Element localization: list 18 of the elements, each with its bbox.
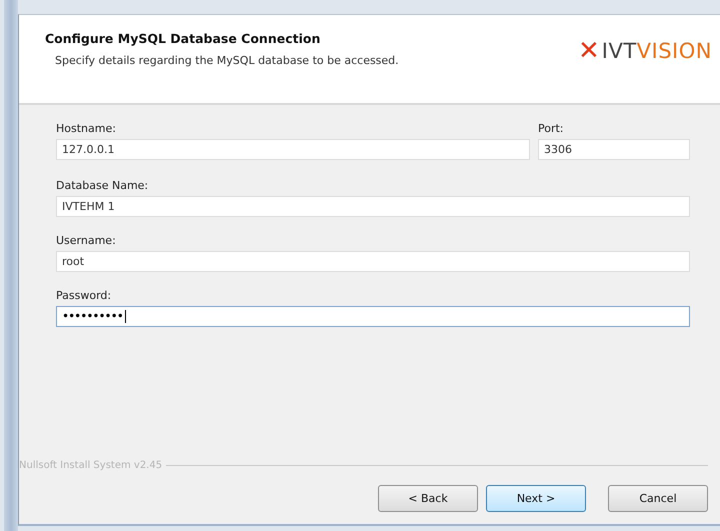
page-subtitle: Specify details regarding the MySQL database to be accessed. xyxy=(55,54,399,67)
input-field[interactable]: 127.0.0.1 xyxy=(56,139,530,160)
field-label: Port: xyxy=(538,121,564,137)
wizard-button[interactable]: Next > xyxy=(486,485,586,512)
input-field[interactable]: root xyxy=(56,251,690,272)
field-label: Hostname: xyxy=(56,121,116,137)
installer-branding: Nullsoft Install System v2.45 xyxy=(19,460,162,471)
logo-text: IVTVISION xyxy=(602,39,712,63)
field-label: Database Name: xyxy=(56,178,148,194)
input-field[interactable]: IVTEHM 1 xyxy=(56,196,690,217)
logo-mark-icon: ✕ xyxy=(578,36,600,66)
wizard-button[interactable]: < Back xyxy=(378,485,478,512)
input-field[interactable]: 3306 xyxy=(538,139,690,160)
field-label: Password: xyxy=(56,288,112,304)
wizard-button[interactable]: Cancel xyxy=(608,485,708,512)
page-title: Configure MySQL Database Connection xyxy=(45,31,322,46)
field-label: Username: xyxy=(56,233,116,249)
input-field[interactable]: •••••••••• xyxy=(56,306,690,327)
